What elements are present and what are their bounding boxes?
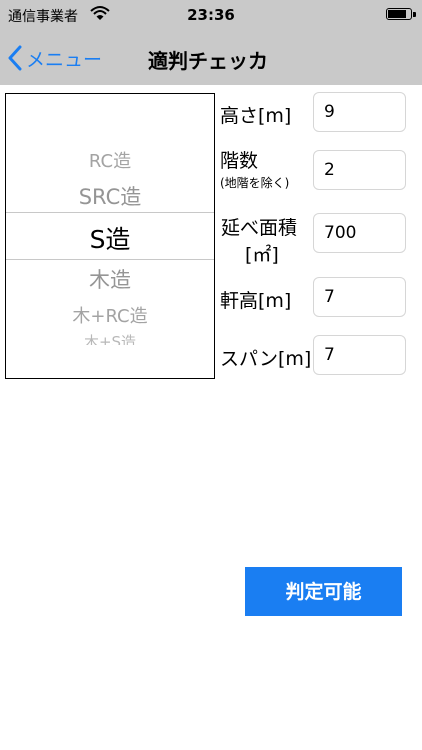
picker-selection-top-line [6, 212, 214, 213]
back-label: メニュー [26, 48, 103, 71]
floors-field[interactable]: 2 [313, 150, 406, 190]
page-title: 適判チェッカ [148, 49, 268, 73]
floor-area-field[interactable]: 700 [313, 213, 406, 253]
height-label: 高さ[m] [220, 105, 292, 127]
span-label: スパン[m] [220, 348, 312, 370]
floors-label: 階数 [220, 150, 259, 172]
status-bar: 通信事業者 23:36 [0, 0, 422, 30]
eaves-height-label: 軒高[m] [220, 290, 292, 312]
picker-option[interactable]: SRC造 [6, 181, 214, 211]
picker-option-selected[interactable]: S造 [6, 220, 214, 256]
battery-level [388, 10, 406, 18]
chevron-left-icon [8, 45, 22, 71]
battery-icon [386, 8, 412, 20]
picker-selection-bottom-line [6, 259, 214, 260]
picker-option[interactable]: 木+RC造 [6, 302, 214, 328]
battery-tip [413, 12, 416, 17]
eaves-height-field[interactable]: 7 [313, 277, 406, 317]
floor-area-label: 延べ面積 [221, 217, 298, 239]
picker-option[interactable]: 木造 [6, 264, 214, 294]
span-field[interactable]: 7 [313, 335, 406, 375]
floor-area-unit: [㎡] [245, 244, 279, 266]
picker-option[interactable]: 木+S造 [6, 331, 214, 345]
status-time: 23:36 [187, 6, 235, 24]
navigation-bar: メニュー 適判チェッカ [0, 30, 422, 85]
height-field[interactable]: 9 [313, 92, 406, 132]
floors-sub-label: (地階を除く) [220, 176, 290, 190]
judgement-result-button[interactable]: 判定可能 [245, 567, 402, 616]
picker-option[interactable]: RC造 [6, 147, 214, 173]
structure-type-picker[interactable]: RC造 SRC造 S造 木造 木+RC造 木+S造 [5, 93, 215, 379]
back-button[interactable]: メニュー [8, 42, 102, 74]
